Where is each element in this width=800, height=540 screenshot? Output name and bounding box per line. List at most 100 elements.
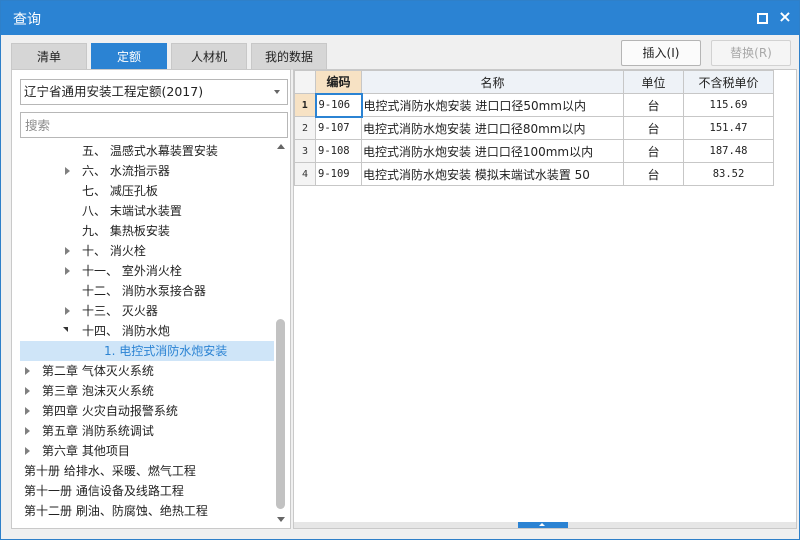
tree-item-label: 第三章 泡沫灭火系统 <box>42 384 154 398</box>
scroll-thumb-collapse-icon[interactable] <box>518 522 568 528</box>
search-input[interactable] <box>20 112 288 138</box>
tree-item[interactable]: 1. 电控式消防水炮安装 <box>20 341 274 361</box>
corner-header <box>294 70 316 94</box>
tree-item-label: 第十一册 通信设备及线路工程 <box>24 484 184 498</box>
tree-item[interactable]: 五、 温感式水幕装置安装 <box>20 141 274 161</box>
scroll-down-icon[interactable] <box>277 517 285 522</box>
unit-cell[interactable]: 台 <box>623 139 684 163</box>
table-row[interactable]: 1 9-106 电控式消防水炮安装 进口口径50mm以内台 115.69 <box>294 92 774 118</box>
table-row[interactable]: 4 9-109 电控式消防水炮安装 模拟末端试水装置 50 台 83.52 <box>294 162 774 186</box>
tree-item-label: 七、 减压孔板 <box>82 184 158 198</box>
tree-item-label: 六、 水流指示器 <box>82 164 170 178</box>
tree-item[interactable]: 第三章 泡沫灭火系统 <box>20 381 274 401</box>
price-cell[interactable]: 83.52 <box>683 162 774 186</box>
scroll-thumb[interactable] <box>276 319 285 509</box>
collapsed-arrow-icon[interactable] <box>22 386 32 396</box>
tree-item-label: 五、 温感式水幕装置安装 <box>82 144 218 158</box>
tree-item[interactable]: 十一、 室外消火栓 <box>20 261 274 281</box>
quota-table-panel: 编码 名称 单位 不含税单价 1 9-106 电控式消防水炮安装 进口口径50mm以… <box>293 69 797 529</box>
quota-table: 编码 名称 单位 不含税单价 1 9-106 电控式消防水炮安装 进口口径50mm以… <box>294 70 774 186</box>
tree-item[interactable]: 十三、 灭火器 <box>20 301 274 321</box>
collapsed-arrow-icon[interactable] <box>62 166 72 176</box>
table-header-row: 编码 名称 单位 不含税单价 <box>294 70 774 94</box>
code-cell[interactable]: 9-106 <box>314 92 363 118</box>
tab-quota[interactable]: 定额 <box>91 43 167 70</box>
row-number[interactable]: 4 <box>294 162 316 186</box>
replace-button[interactable]: 替换(R) <box>711 40 791 66</box>
price-cell[interactable]: 151.47 <box>683 116 774 140</box>
tree-item[interactable]: 第五章 消防系统调试 <box>20 421 274 441</box>
row-number[interactable]: 2 <box>294 116 316 140</box>
tree-item[interactable]: 第四章 火灾自动报警系统 <box>20 401 274 421</box>
tree-item-label: 第四章 火灾自动报警系统 <box>42 404 178 418</box>
tree-item[interactable]: 十四、 消防水炮 <box>20 321 274 341</box>
tree-item-label: 第五章 消防系统调试 <box>42 424 154 438</box>
tree-item-label: 十二、 消防水泵接合器 <box>82 284 206 298</box>
table-row[interactable]: 3 9-108 电控式消防水炮安装 进口口径100mm以内台 187.48 <box>294 139 774 163</box>
chevron-down-icon <box>274 90 280 94</box>
name-cell[interactable]: 电控式消防水炮安装 进口口径50mm以内 <box>361 93 624 117</box>
tree-item-label: 第二章 气体灭火系统 <box>42 364 154 378</box>
tree-item-label: 第十二册 刷油、防腐蚀、绝热工程 <box>24 504 208 518</box>
query-dialog: 查询 × 清单 定额 人材机 我的数据 插入(I) 替换(R) 辽宁省通用安装工… <box>0 0 800 540</box>
quota-tree-panel: 辽宁省通用安装工程定额(2017) 五、 温感式水幕装置安装六、 水流指示器七、… <box>11 69 291 529</box>
row-number[interactable]: 3 <box>294 139 316 163</box>
scroll-up-icon[interactable] <box>277 144 285 149</box>
library-select[interactable]: 辽宁省通用安装工程定额(2017) <box>20 79 288 105</box>
unit-cell[interactable]: 台 <box>623 162 684 186</box>
column-header-unit[interactable]: 单位 <box>623 70 684 94</box>
column-header-price[interactable]: 不含税单价 <box>683 70 774 94</box>
tree-item-label: 十四、 消防水炮 <box>82 324 170 338</box>
tree-item-label: 第十册 给排水、采暖、燃气工程 <box>24 464 196 478</box>
tree-item-label: 八、 末端试水装置 <box>82 204 182 218</box>
tree-item-label: 第六章 其他项目 <box>42 444 130 458</box>
expanded-arrow-icon[interactable] <box>62 326 72 336</box>
price-cell[interactable]: 187.48 <box>683 139 774 163</box>
unit-cell[interactable]: 台 <box>623 116 684 140</box>
insert-button[interactable]: 插入(I) <box>621 40 701 66</box>
tree-item[interactable]: 第六章 其他项目 <box>20 441 274 461</box>
tree-item[interactable]: 十二、 消防水泵接合器 <box>20 281 274 301</box>
tree-item[interactable]: 九、 集热板安装 <box>20 221 274 241</box>
name-cell[interactable]: 电控式消防水炮安装 模拟末端试水装置 50 <box>361 162 624 186</box>
code-cell[interactable]: 9-109 <box>315 162 362 186</box>
collapsed-arrow-icon[interactable] <box>62 246 72 256</box>
table-horizontal-scrollbar[interactable] <box>294 522 796 528</box>
tree-item[interactable]: 第二章 气体灭火系统 <box>20 361 274 381</box>
column-header-code[interactable]: 编码 <box>315 70 362 94</box>
table-row[interactable]: 2 9-107 电控式消防水炮安装 进口口径80mm以内台 151.47 <box>294 116 774 140</box>
maximize-icon[interactable] <box>753 9 769 25</box>
collapsed-arrow-icon[interactable] <box>22 446 32 456</box>
title-bar[interactable]: 查询 × <box>1 1 799 35</box>
tree-scrollbar[interactable] <box>274 139 288 525</box>
tree-item-label: 十、 消火栓 <box>82 244 146 258</box>
collapsed-arrow-icon[interactable] <box>22 366 32 376</box>
collapsed-arrow-icon[interactable] <box>62 306 72 316</box>
tab-my-data[interactable]: 我的数据 <box>251 43 327 70</box>
name-cell[interactable]: 电控式消防水炮安装 进口口径80mm以内 <box>361 116 624 140</box>
close-icon[interactable]: × <box>777 9 793 25</box>
price-cell[interactable]: 115.69 <box>683 93 774 117</box>
collapsed-arrow-icon[interactable] <box>22 426 32 436</box>
tree-item[interactable]: 八、 末端试水装置 <box>20 201 274 221</box>
tree-item[interactable]: 十、 消火栓 <box>20 241 274 261</box>
tree-item[interactable]: 七、 减压孔板 <box>20 181 274 201</box>
column-header-name[interactable]: 名称 <box>361 70 624 94</box>
code-cell[interactable]: 9-107 <box>315 116 362 140</box>
tree-item-label: 九、 集热板安装 <box>82 224 170 238</box>
tree-item[interactable]: 第十一册 通信设备及线路工程 <box>20 481 274 501</box>
window-title: 查询 <box>13 12 41 28</box>
tree-item-label: 十一、 室外消火栓 <box>82 264 182 278</box>
tree-item[interactable]: 第十册 给排水、采暖、燃气工程 <box>20 461 274 481</box>
collapsed-arrow-icon[interactable] <box>62 266 72 276</box>
name-cell[interactable]: 电控式消防水炮安装 进口口径100mm以内 <box>361 139 624 163</box>
tab-labor-material-machine[interactable]: 人材机 <box>171 43 247 70</box>
code-cell[interactable]: 9-108 <box>315 139 362 163</box>
quota-tree: 五、 温感式水幕装置安装 六、 水流指示器 七、 减压孔板八、 末端试水装置 九、 集… <box>20 141 274 525</box>
tree-item[interactable]: 第十二册 刷油、防腐蚀、绝热工程 <box>20 501 274 521</box>
tab-bill[interactable]: 清单 <box>11 43 87 70</box>
unit-cell[interactable]: 台 <box>623 93 684 117</box>
tree-item[interactable]: 六、 水流指示器 <box>20 161 274 181</box>
row-number[interactable]: 1 <box>294 93 316 117</box>
collapsed-arrow-icon[interactable] <box>22 406 32 416</box>
